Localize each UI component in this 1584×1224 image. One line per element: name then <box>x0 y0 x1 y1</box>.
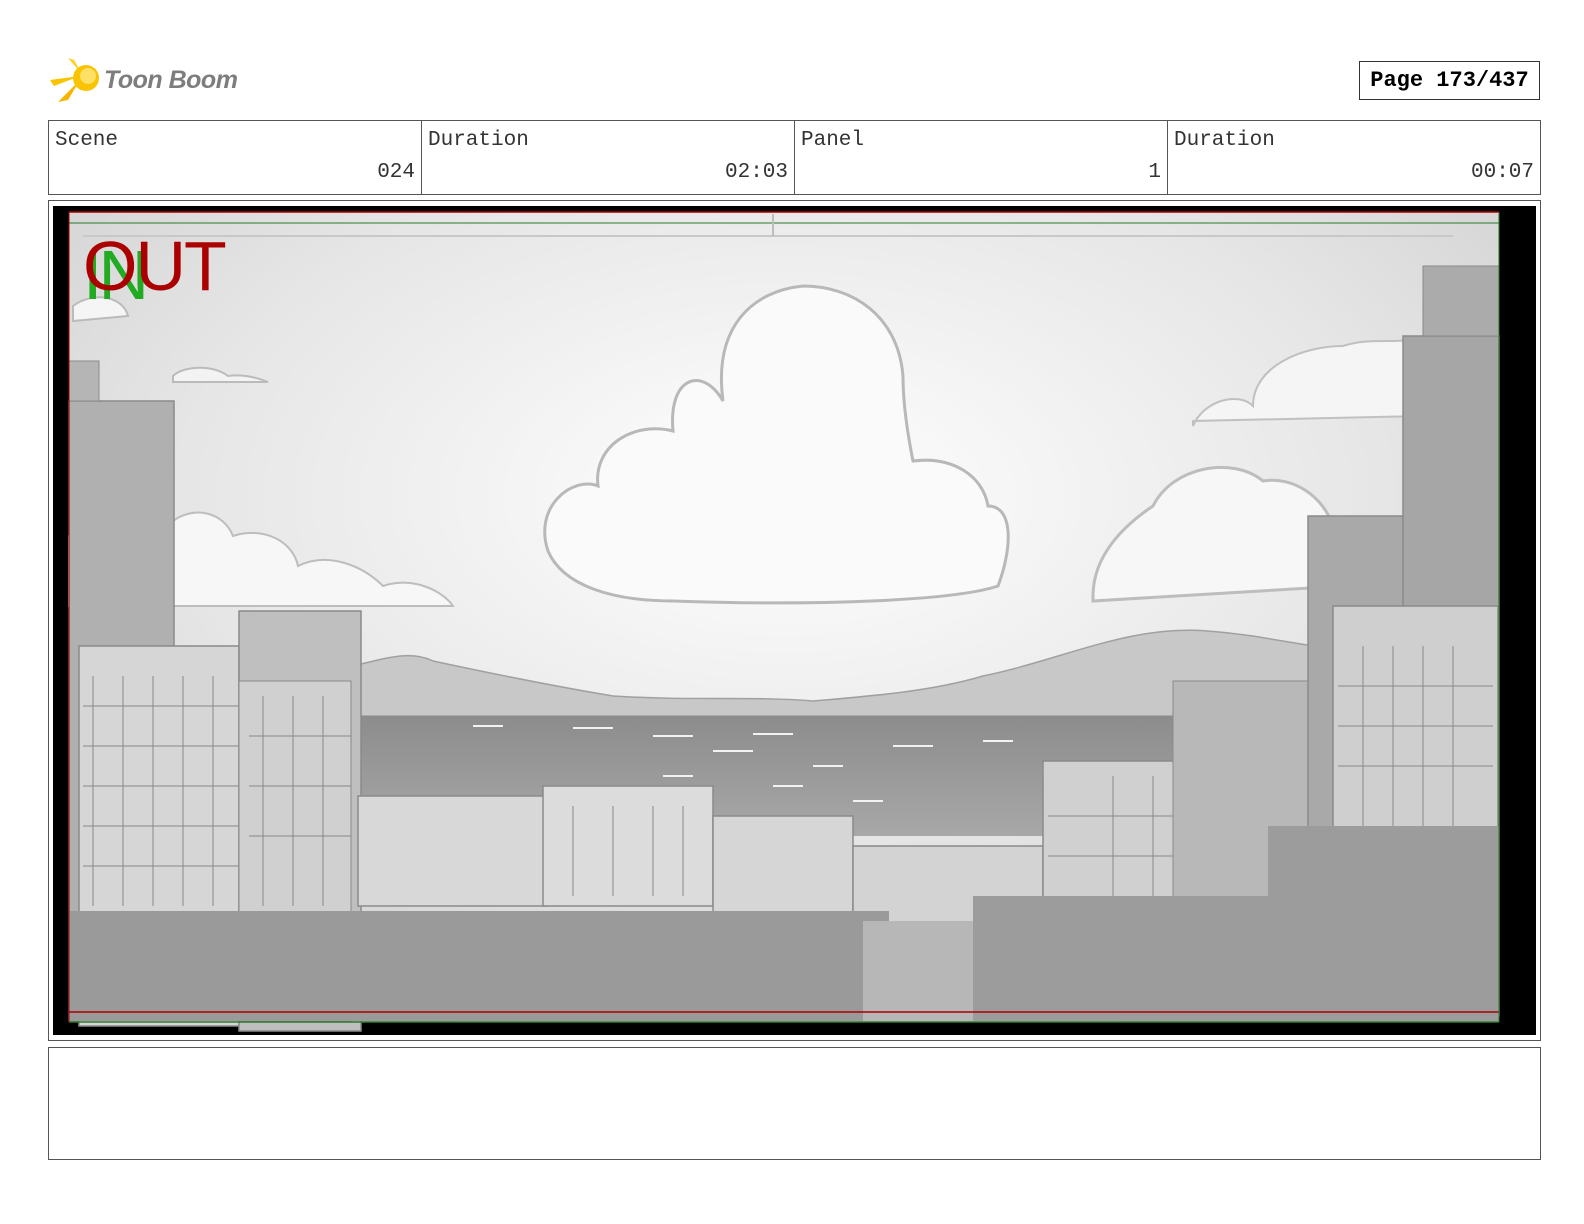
scene-duration-label: Duration <box>428 129 529 152</box>
scene-cell: Scene 024 <box>49 121 422 194</box>
scene-info-table: Scene 024 Duration 02:03 Panel 1 Duratio… <box>48 120 1541 195</box>
panel-label: Panel <box>801 129 865 152</box>
storyboard-panel-image: IN OUT <box>53 206 1536 1035</box>
page-number: Page 173/437 <box>1359 61 1540 100</box>
panel-duration-cell: Duration 00:07 <box>1168 121 1540 194</box>
toon-boom-logo: Toon Boom <box>50 54 250 106</box>
scene-duration-value: 02:03 <box>724 161 788 184</box>
panel-cell: Panel 1 <box>795 121 1168 194</box>
scene-label: Scene <box>55 129 119 152</box>
panel-notes-box <box>48 1047 1541 1160</box>
out-marker: OUT <box>83 227 227 305</box>
starburst-logo-icon <box>50 58 99 102</box>
scene-value: 024 <box>377 161 415 184</box>
scene-duration-cell: Duration 02:03 <box>422 121 795 194</box>
panel-value: 1 <box>1148 161 1161 184</box>
panel-duration-label: Duration <box>1174 129 1275 152</box>
panel-duration-value: 00:07 <box>1470 161 1534 184</box>
city-skyline-sketch <box>68 211 1500 1032</box>
storyboard-panel-frame: IN OUT <box>48 200 1541 1041</box>
logo-text: Toon Boom <box>104 66 238 94</box>
